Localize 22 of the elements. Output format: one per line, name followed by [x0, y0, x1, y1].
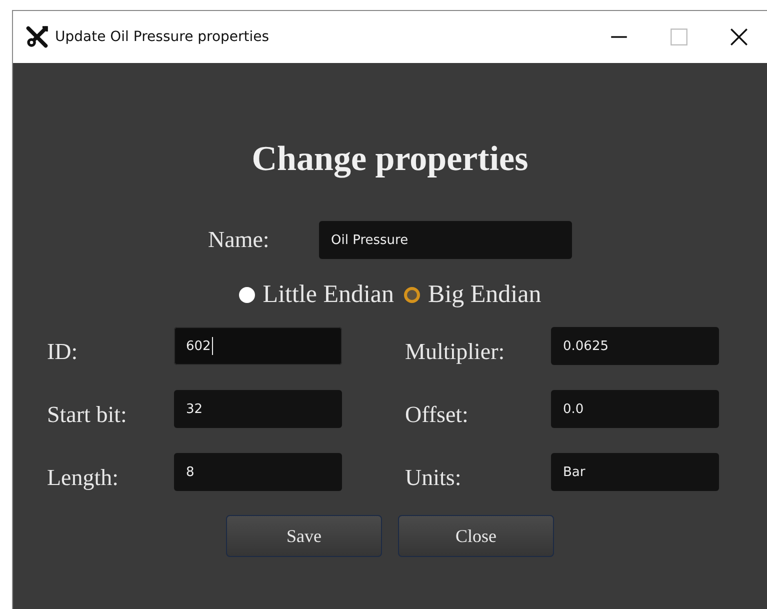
- close-icon[interactable]: [730, 28, 748, 46]
- field-label: Start bit:: [47, 401, 128, 428]
- close-button[interactable]: Close: [398, 515, 554, 557]
- input-field[interactable]: 32: [174, 390, 342, 428]
- input-field[interactable]: 0.0625: [551, 327, 719, 365]
- field-label: Multiplier:: [405, 338, 506, 365]
- window-title: Update Oil Pressure properties: [55, 29, 270, 45]
- input-field[interactable]: Oil Pressure: [319, 221, 572, 259]
- input-field[interactable]: 0.0: [551, 390, 719, 428]
- input-field[interactable]: Bar: [551, 453, 719, 491]
- field-label: Length:: [47, 464, 120, 491]
- field-label: Units:: [405, 464, 462, 491]
- radio-option[interactable]: Big Endian: [404, 281, 542, 309]
- heading: Change properties: [252, 139, 528, 179]
- field-label: ID:: [47, 338, 79, 365]
- field-label: Offset:: [405, 401, 470, 428]
- field-label: Name:: [208, 227, 270, 253]
- save-button[interactable]: Save: [226, 515, 382, 557]
- input-field[interactable]: 602: [174, 327, 342, 365]
- tools-icon: [25, 25, 49, 49]
- input-field[interactable]: 8: [174, 453, 342, 491]
- radio-option[interactable]: Little Endian: [238, 281, 394, 309]
